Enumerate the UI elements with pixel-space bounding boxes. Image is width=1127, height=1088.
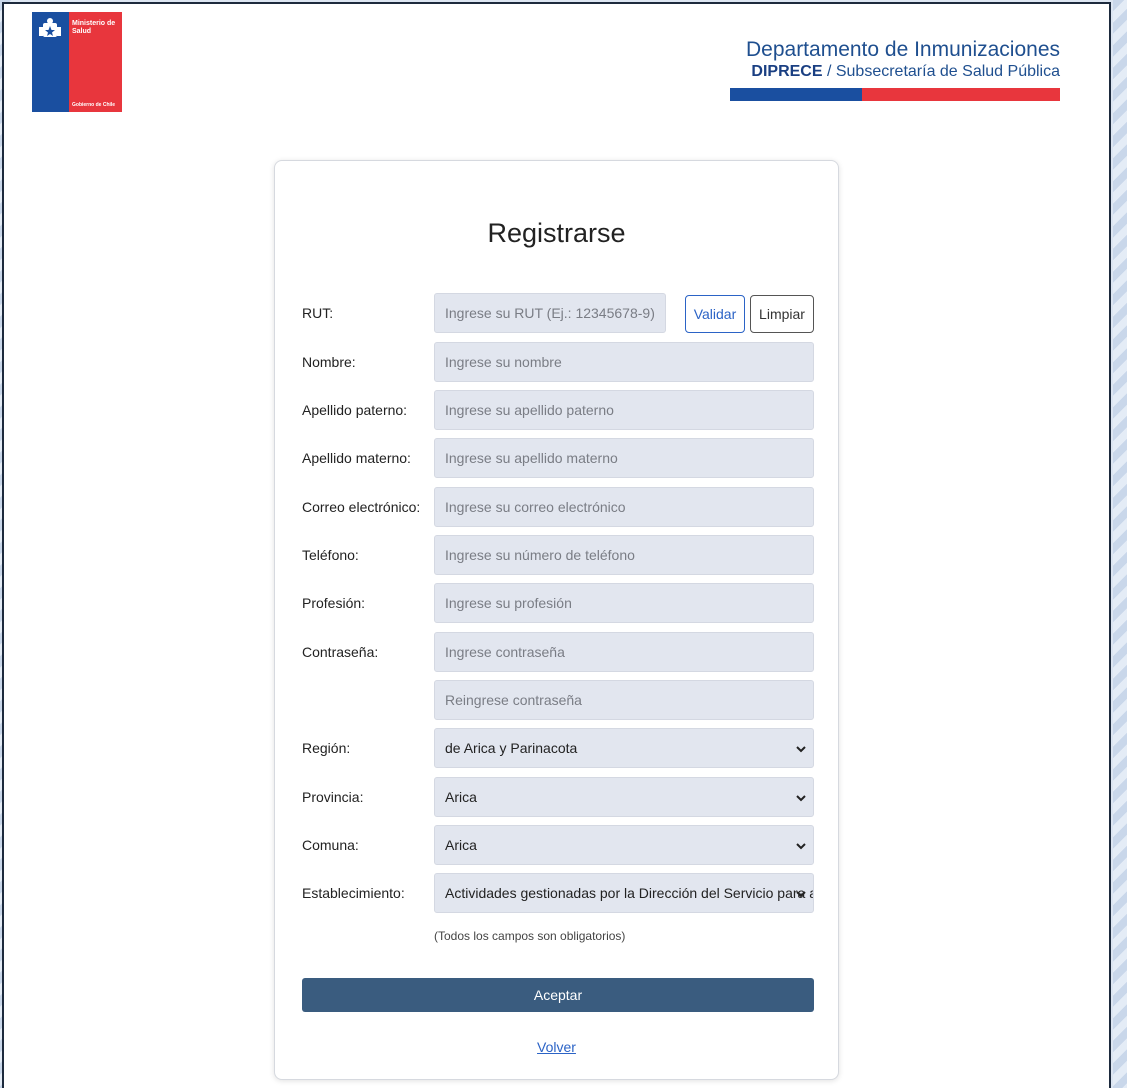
logo-ministry-text: Ministerio de Salud <box>72 20 116 35</box>
row-profesion: Profesión: Ingrese su profesión <box>302 583 814 623</box>
row-apellido-materno: Apellido materno: Ingrese su apellido ma… <box>302 438 814 478</box>
chevron-down-icon <box>796 746 806 753</box>
row-telefono: Teléfono: Ingrese su número de teléfono <box>302 535 814 575</box>
apellido-paterno-input[interactable]: Ingrese su apellido paterno <box>434 390 814 430</box>
row-comuna: Comuna: Arica <box>302 825 814 865</box>
apellido-paterno-label: Apellido paterno: <box>302 402 408 418</box>
volver-link[interactable]: Volver <box>275 1039 838 1055</box>
department-color-bar <box>730 88 1060 101</box>
comuna-select[interactable]: Arica <box>434 825 814 865</box>
profesion-label: Profesión: <box>302 595 366 611</box>
required-note: (Todos los campos son obligatorios) <box>434 929 626 943</box>
row-provincia: Provincia: Arica <box>302 777 814 817</box>
diprece-label: DIPRECE <box>751 63 823 80</box>
chevron-down-icon <box>796 795 806 802</box>
establecimiento-label: Establecimiento: <box>302 885 405 901</box>
background-stripes-right <box>1113 0 1127 1088</box>
validar-button[interactable]: Validar <box>685 295 745 333</box>
logo-gobierno-text: Gobierno de Chile <box>72 102 116 108</box>
row-apellido-paterno: Apellido paterno: Ingrese su apellido pa… <box>302 390 814 430</box>
department-header: Departamento de Inmunizaciones DIPRECE /… <box>730 38 1060 101</box>
profesion-input[interactable]: Ingrese su profesión <box>434 583 814 623</box>
logo-blue-band <box>32 12 69 112</box>
correo-input[interactable]: Ingrese su correo electrónico <box>434 487 814 527</box>
row-rut: RUT: Ingrese su RUT (Ej.: 12345678-9) Va… <box>302 293 814 333</box>
register-card: Registrarse RUT: Ingrese su RUT (Ej.: 12… <box>274 160 839 1080</box>
row-region: Región: de Arica y Parinacota <box>302 728 814 768</box>
region-value: de Arica y Parinacota <box>445 740 578 756</box>
provincia-label: Provincia: <box>302 789 364 805</box>
department-title: Departamento de Inmunizaciones <box>745 38 1060 61</box>
chevron-down-icon <box>796 843 806 850</box>
establecimiento-value: Actividades gestionadas por la Dirección… <box>445 885 814 901</box>
chevron-down-icon <box>796 891 806 898</box>
color-bar-red <box>862 88 1060 101</box>
aceptar-button[interactable]: Aceptar <box>302 978 814 1012</box>
comuna-value: Arica <box>445 837 477 853</box>
rut-input[interactable]: Ingrese su RUT (Ej.: 12345678-9) <box>434 293 666 333</box>
recontrasena-input[interactable]: Reingrese contraseña <box>434 680 814 720</box>
gobierno-logo: Ministerio de Salud Gobierno de Chile <box>32 12 122 112</box>
apellido-materno-label: Apellido materno: <box>302 450 411 466</box>
row-correo: Correo electrónico: Ingrese su correo el… <box>302 487 814 527</box>
logo-red-band: Ministerio de Salud Gobierno de Chile <box>69 12 122 112</box>
coat-of-arms-icon <box>39 18 61 37</box>
page-title: Registrarse <box>487 218 626 248</box>
nombre-label: Nombre: <box>302 354 356 370</box>
region-select[interactable]: de Arica y Parinacota <box>434 728 814 768</box>
provincia-select[interactable]: Arica <box>434 777 814 817</box>
limpiar-button[interactable]: Limpiar <box>750 295 814 333</box>
region-label: Región: <box>302 740 351 756</box>
nombre-input[interactable]: Ingrese su nombre <box>434 342 814 382</box>
telefono-input[interactable]: Ingrese su número de teléfono <box>434 535 814 575</box>
color-bar-blue <box>730 88 862 101</box>
provincia-value: Arica <box>445 789 477 805</box>
telefono-label: Teléfono: <box>302 547 359 563</box>
department-subtitle: DIPRECE / Subsecretaría de Salud Pública <box>730 62 1060 82</box>
establecimiento-select[interactable]: Actividades gestionadas por la Dirección… <box>434 873 814 913</box>
subsecretaria-label: / Subsecretaría de Salud Pública <box>822 63 1060 80</box>
contrasena-input[interactable]: Ingrese contraseña <box>434 632 814 672</box>
apellido-materno-input[interactable]: Ingrese su apellido materno <box>434 438 814 478</box>
page-frame: Ministerio de Salud Gobierno de Chile De… <box>2 2 1111 1088</box>
row-establecimiento: Establecimiento: Actividades gestionadas… <box>302 873 814 913</box>
row-recontrasena: Reingrese contraseña <box>302 680 814 720</box>
contrasena-label: Contraseña: <box>302 644 379 660</box>
row-contrasena: Contraseña: Ingrese contraseña <box>302 632 814 672</box>
correo-label: Correo electrónico: <box>302 499 421 515</box>
rut-label: RUT: <box>302 305 334 321</box>
comuna-label: Comuna: <box>302 837 359 853</box>
row-nombre: Nombre: Ingrese su nombre <box>302 342 814 382</box>
